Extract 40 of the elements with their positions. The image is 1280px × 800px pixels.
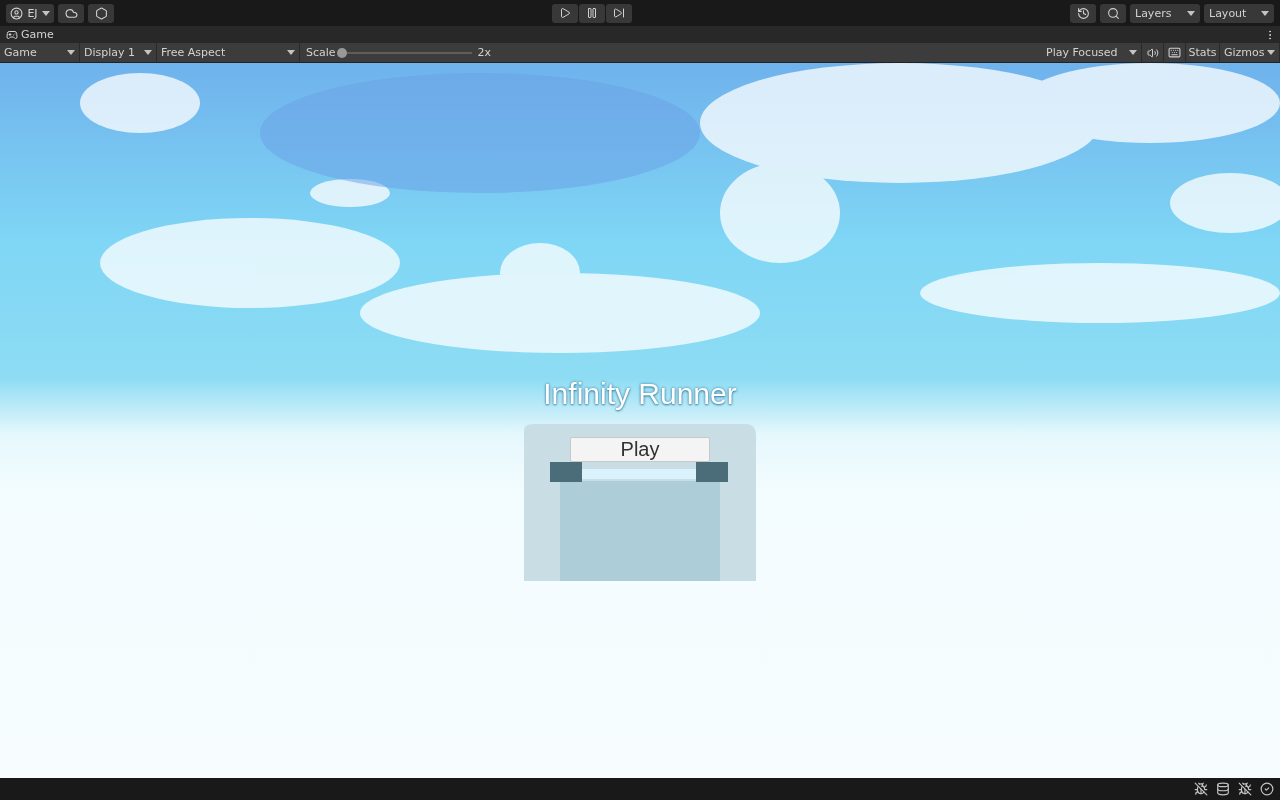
step-button[interactable]	[606, 3, 632, 23]
scale-label: Scale	[306, 46, 336, 59]
game-title: Infinity Runner	[543, 377, 737, 411]
crossed-out-icon	[1238, 782, 1252, 796]
layout-dropdown[interactable]: Layout	[1204, 3, 1274, 23]
caret-icon	[1267, 50, 1275, 55]
cloud-icon	[64, 6, 78, 20]
keyboard-icon	[1168, 46, 1181, 59]
caret-icon	[41, 10, 50, 16]
play-game-button[interactable]: Play	[570, 437, 710, 462]
scale-value: 2x	[477, 46, 492, 59]
account-button[interactable]: EJ	[6, 3, 54, 23]
layers-dropdown[interactable]: Layers	[1130, 3, 1200, 23]
pause-button[interactable]	[579, 3, 605, 23]
caret-icon	[1187, 10, 1195, 16]
pause-icon	[586, 7, 598, 19]
slider-thumb[interactable]	[336, 47, 347, 58]
caret-icon	[1261, 10, 1269, 16]
gamepad-icon	[6, 28, 18, 41]
hexagon-icon	[94, 6, 108, 20]
history-icon	[1076, 6, 1090, 20]
search-button[interactable]	[1100, 3, 1126, 23]
caret-icon	[287, 50, 295, 55]
step-icon	[613, 7, 625, 19]
game-tab[interactable]: Game	[6, 28, 54, 41]
play-icon	[559, 7, 571, 19]
history-button[interactable]	[1070, 3, 1096, 23]
check-circle-icon	[1260, 782, 1274, 796]
stats-button[interactable]: Stats	[1186, 43, 1220, 62]
play-button[interactable]	[552, 3, 578, 23]
speaker-icon	[1146, 46, 1159, 59]
search-icon	[1106, 6, 1120, 20]
user-icon	[10, 6, 24, 20]
cloud-button[interactable]	[58, 3, 84, 23]
caret-icon	[67, 50, 75, 55]
hexagon-button[interactable]	[88, 3, 114, 23]
bug-off-icon	[1194, 782, 1208, 796]
caret-icon	[1129, 50, 1137, 55]
caret-icon	[144, 50, 152, 55]
database-icon	[1216, 782, 1230, 796]
